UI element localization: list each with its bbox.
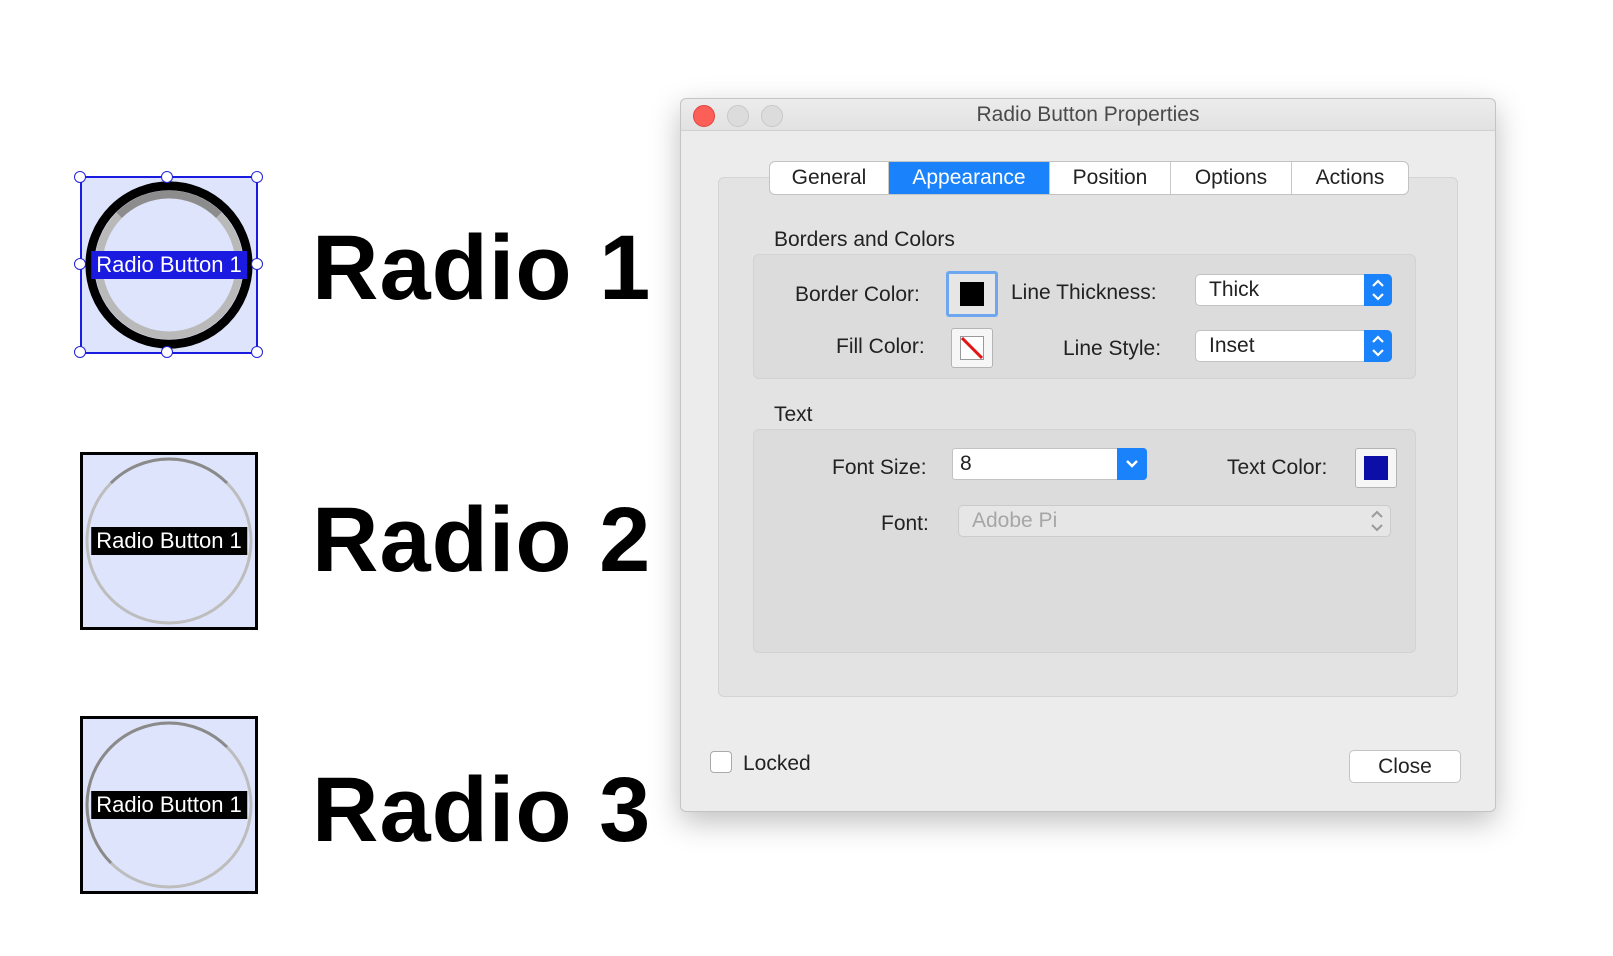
close-button[interactable]: Close: [1349, 750, 1461, 783]
font-size-input[interactable]: [960, 452, 1110, 476]
chevron-down-icon[interactable]: [1117, 448, 1147, 480]
radio-heading-2: Radio 2: [312, 489, 652, 591]
line-thickness-select[interactable]: Thick: [1195, 274, 1392, 306]
tab-options[interactable]: Options: [1171, 162, 1292, 194]
font-size-combo[interactable]: [952, 448, 1147, 480]
up-down-chevron-icon: [1363, 505, 1391, 537]
radio-field-3[interactable]: Radio Button 1: [80, 716, 258, 894]
font-select: Adobe Pi: [958, 505, 1391, 537]
field-caption: Radio Button 1: [91, 791, 247, 819]
font-value: Adobe Pi: [972, 509, 1058, 532]
radio-field-1[interactable]: Radio Button 1: [80, 176, 258, 354]
section-title-borders: Borders and Colors: [774, 228, 955, 251]
border-color-swatch[interactable]: [946, 271, 998, 317]
field-caption: Radio Button 1: [91, 527, 247, 555]
resize-handle-bottom-right[interactable]: [251, 346, 263, 358]
line-thickness-label: Line Thickness:: [1011, 281, 1157, 304]
resize-handle-right[interactable]: [251, 258, 263, 270]
up-down-chevron-icon: [1364, 274, 1392, 306]
locked-checkbox[interactable]: [710, 751, 732, 773]
resize-handle-top-right[interactable]: [251, 171, 263, 183]
font-label: Font:: [881, 512, 929, 535]
line-thickness-value: Thick: [1209, 278, 1260, 301]
dialog-title: Radio Button Properties: [976, 103, 1200, 126]
resize-handle-top[interactable]: [161, 171, 173, 183]
locked-label[interactable]: Locked: [743, 752, 811, 776]
resize-handle-left[interactable]: [74, 258, 86, 270]
radio-button-properties-dialog: Radio Button Properties General Appearan…: [680, 98, 1496, 812]
tab-actions[interactable]: Actions: [1292, 162, 1408, 194]
resize-handle-bottom[interactable]: [161, 346, 173, 358]
title-bar[interactable]: Radio Button Properties: [681, 99, 1495, 131]
line-style-label: Line Style:: [1063, 337, 1162, 360]
text-color-swatch[interactable]: [1355, 448, 1397, 488]
fill-color-swatch[interactable]: [951, 328, 993, 368]
fill-color-label: Fill Color:: [836, 335, 925, 358]
tab-appearance[interactable]: Appearance: [889, 162, 1050, 194]
radio-field-2[interactable]: Radio Button 1: [80, 452, 258, 630]
text-color-chip: [1364, 456, 1388, 480]
field-caption: Radio Button 1: [91, 251, 247, 279]
tab-general[interactable]: General: [770, 162, 889, 194]
font-size-label: Font Size:: [832, 456, 927, 479]
up-down-chevron-icon: [1364, 330, 1392, 362]
radio-heading-3: Radio 3: [312, 759, 652, 861]
border-color-chip: [960, 282, 984, 306]
tab-bar: General Appearance Position Options Acti…: [769, 161, 1409, 195]
line-style-value: Inset: [1209, 334, 1255, 357]
line-style-select[interactable]: Inset: [1195, 330, 1392, 362]
section-title-text: Text: [774, 403, 813, 426]
no-fill-icon: [960, 336, 984, 360]
border-color-label: Border Color:: [795, 283, 920, 306]
radio-heading-1: Radio 1: [312, 217, 652, 319]
text-color-label: Text Color:: [1227, 456, 1328, 479]
resize-handle-bottom-left[interactable]: [74, 346, 86, 358]
resize-handle-top-left[interactable]: [74, 171, 86, 183]
tab-position[interactable]: Position: [1050, 162, 1171, 194]
